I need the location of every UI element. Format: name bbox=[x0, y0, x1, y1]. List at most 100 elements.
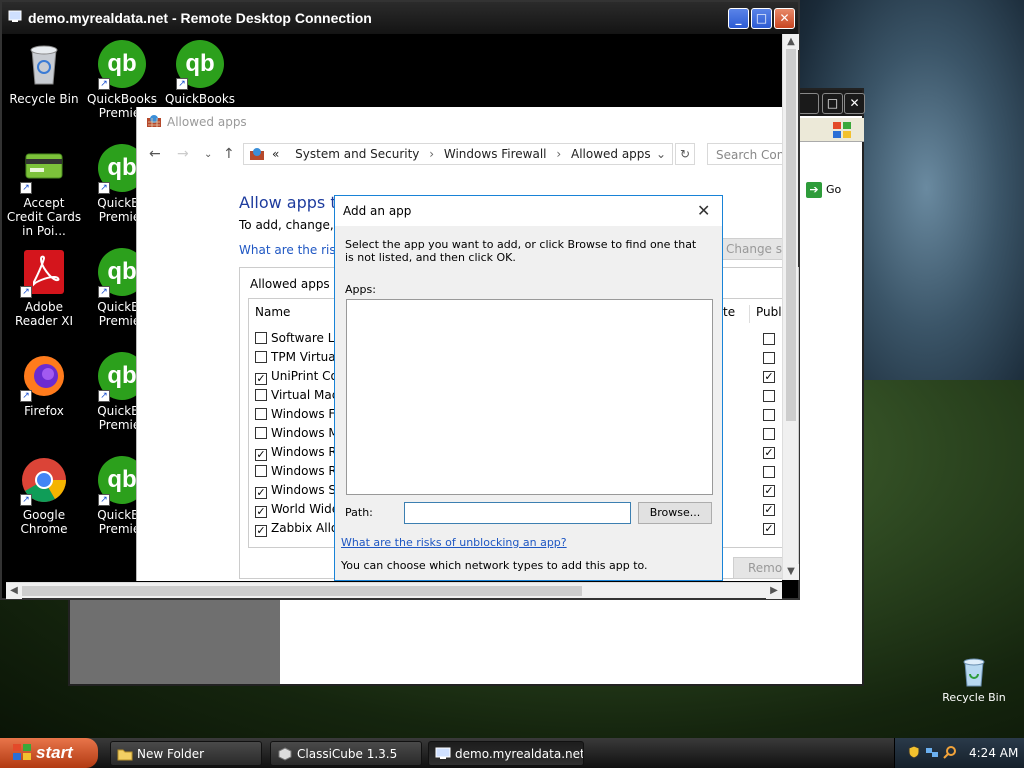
desktop-icon-recycle-bin[interactable]: Recycle Bin bbox=[6, 40, 82, 106]
network-types-text: You can choose which network types to ad… bbox=[341, 559, 648, 572]
vertical-scroll-thumb[interactable] bbox=[786, 49, 796, 421]
app-checkbox[interactable]: ✓ bbox=[255, 373, 267, 385]
public-checkbox[interactable] bbox=[763, 428, 775, 440]
app-checkbox[interactable] bbox=[255, 465, 267, 477]
app-checkbox[interactable]: ✓ bbox=[255, 506, 267, 518]
up-arrow-icon[interactable]: ↑ bbox=[223, 146, 235, 162]
apps-list[interactable] bbox=[346, 299, 713, 495]
public-checkbox[interactable] bbox=[763, 466, 775, 478]
app-name: Windows Sh bbox=[271, 483, 344, 497]
breadcrumb-system-security[interactable]: System and Security bbox=[295, 147, 419, 161]
add-an-app-dialog[interactable]: Add an app ✕ Select the app you want to … bbox=[334, 195, 723, 581]
desktop-icon-quickbooks[interactable]: qb ↗ QuickBooks bbox=[162, 40, 238, 106]
path-input[interactable] bbox=[404, 502, 631, 524]
dialog-title: Add an app bbox=[343, 204, 412, 218]
public-checkbox[interactable] bbox=[763, 352, 775, 364]
search-input[interactable]: Search Contr bbox=[707, 143, 785, 165]
bg-close-button[interactable]: ✕ bbox=[844, 93, 865, 114]
app-checkbox[interactable] bbox=[255, 332, 267, 344]
breadcrumb-windows-firewall[interactable]: Windows Firewall bbox=[444, 147, 547, 161]
rdp-close-button[interactable]: ✕ bbox=[774, 8, 795, 29]
public-checkbox[interactable] bbox=[763, 333, 775, 345]
public-checkbox[interactable]: ✓ bbox=[763, 485, 775, 497]
app-checkbox[interactable]: ✓ bbox=[255, 487, 267, 499]
scroll-down-arrow-icon[interactable]: ▼ bbox=[783, 564, 799, 580]
go-arrow-icon: ➔ bbox=[806, 182, 822, 198]
go-button[interactable]: ➔ Go bbox=[806, 182, 862, 202]
public-checkbox[interactable]: ✓ bbox=[763, 504, 775, 516]
app-name: Windows Fir bbox=[271, 407, 343, 421]
unblocking-risks-link[interactable]: What are the risks of unblocking an app? bbox=[341, 536, 567, 549]
change-settings-button[interactable]: Change set bbox=[721, 238, 783, 260]
close-icon[interactable]: ✕ bbox=[697, 201, 710, 220]
scroll-right-arrow-icon[interactable]: ▶ bbox=[766, 583, 782, 599]
public-checkbox[interactable]: ✓ bbox=[763, 523, 775, 535]
search-icon[interactable] bbox=[943, 745, 957, 759]
shortcut-arrow-icon: ↗ bbox=[20, 286, 32, 298]
remote-desktop-icon bbox=[8, 10, 22, 22]
forward-arrow-icon[interactable]: → bbox=[177, 146, 189, 162]
rdp-minimize-button[interactable]: _ bbox=[728, 8, 749, 29]
address-bar[interactable]: « System and Security › Windows Firewall… bbox=[243, 143, 673, 165]
public-checkbox[interactable]: ✓ bbox=[763, 371, 775, 383]
app-checkbox[interactable]: ✓ bbox=[255, 449, 267, 461]
recent-pages-chevron-icon[interactable]: ⌄ bbox=[204, 149, 212, 160]
risks-link[interactable]: What are the risks bbox=[239, 243, 349, 257]
app-checkbox[interactable] bbox=[255, 389, 267, 401]
shortcut-arrow-icon: ↗ bbox=[20, 390, 32, 402]
refresh-icon[interactable]: ↻ bbox=[675, 143, 695, 165]
shortcut-arrow-icon: ↗ bbox=[176, 78, 188, 90]
start-button[interactable]: start bbox=[0, 738, 98, 768]
dialog-titlebar[interactable]: Add an app ✕ bbox=[335, 196, 722, 226]
bg-maximize-button[interactable]: □ bbox=[822, 93, 843, 114]
apps-label: Apps: bbox=[345, 283, 376, 296]
public-checkbox[interactable] bbox=[763, 390, 775, 402]
column-header-name[interactable]: Name bbox=[255, 305, 290, 319]
column-header-private[interactable]: te bbox=[723, 305, 735, 319]
public-checkbox[interactable] bbox=[763, 409, 775, 421]
shortcut-arrow-icon: ↗ bbox=[98, 390, 110, 402]
desktop-icon-recycle-bin-local[interactable]: Recycle Bin bbox=[934, 656, 1014, 704]
network-icon[interactable] bbox=[925, 745, 939, 759]
shortcut-arrow-icon: ↗ bbox=[98, 182, 110, 194]
remote-desktop-window[interactable]: demo.myrealdata.net - Remote Desktop Con… bbox=[0, 0, 800, 600]
breadcrumb-allowed-apps[interactable]: Allowed apps bbox=[571, 147, 651, 161]
app-checkbox[interactable]: ✓ bbox=[255, 525, 267, 537]
horizontal-scroll-thumb[interactable] bbox=[22, 586, 582, 596]
recycle-bin-icon bbox=[963, 658, 985, 687]
rdp-titlebar[interactable]: demo.myrealdata.net - Remote Desktop Con… bbox=[2, 2, 798, 34]
back-arrow-icon[interactable]: ← bbox=[149, 146, 161, 162]
public-checkbox[interactable]: ✓ bbox=[763, 447, 775, 459]
scroll-left-arrow-icon[interactable]: ◀ bbox=[6, 583, 22, 599]
shortcut-arrow-icon: ↗ bbox=[98, 286, 110, 298]
taskbar-item-new-folder[interactable]: New Folder bbox=[110, 741, 262, 766]
background-window-toolbar bbox=[800, 118, 864, 142]
vertical-scrollbar[interactable]: ▲ ▼ bbox=[782, 34, 799, 580]
desktop-icon-google-chrome[interactable]: ↗ Google Chrome bbox=[6, 456, 82, 536]
app-checkbox[interactable] bbox=[255, 427, 267, 439]
system-tray: 4:24 AM bbox=[894, 738, 1024, 768]
security-shield-icon[interactable] bbox=[907, 745, 921, 759]
taskbar-item-remote-desktop[interactable]: demo.myrealdata.net... bbox=[428, 741, 584, 766]
shortcut-arrow-icon: ↗ bbox=[20, 494, 32, 506]
app-name: TPM Virtual bbox=[271, 350, 339, 364]
app-checkbox[interactable] bbox=[255, 351, 267, 363]
rdp-maximize-button[interactable]: □ bbox=[751, 8, 772, 29]
desktop-icon-accept-credit-cards[interactable]: ↗ Accept Credit Cards in Poi... bbox=[6, 144, 82, 238]
page-title: Allow apps to bbox=[239, 193, 347, 212]
bg-minimize-button[interactable] bbox=[798, 93, 819, 114]
desktop-icon-adobe-reader[interactable]: ↗ Adobe Reader XI bbox=[6, 248, 82, 328]
folder-icon bbox=[117, 749, 133, 761]
browse-button[interactable]: Browse... bbox=[638, 502, 712, 524]
breadcrumb-overflow[interactable]: « bbox=[272, 147, 279, 161]
clock[interactable]: 4:24 AM bbox=[969, 746, 1018, 760]
taskbar-item-classicube[interactable]: ClassiCube 1.3.5 bbox=[270, 741, 422, 766]
scroll-up-arrow-icon[interactable]: ▲ bbox=[783, 34, 799, 50]
shortcut-arrow-icon: ↗ bbox=[20, 182, 32, 194]
app-checkbox[interactable] bbox=[255, 408, 267, 420]
chevron-down-icon[interactable]: ⌄ bbox=[656, 147, 666, 161]
desktop-icon-firefox[interactable]: ↗ Firefox bbox=[6, 352, 82, 418]
firewall-icon bbox=[250, 148, 264, 160]
horizontal-scrollbar[interactable]: ◀ ▶ bbox=[6, 582, 782, 599]
remote-desktop-icon bbox=[435, 747, 451, 759]
